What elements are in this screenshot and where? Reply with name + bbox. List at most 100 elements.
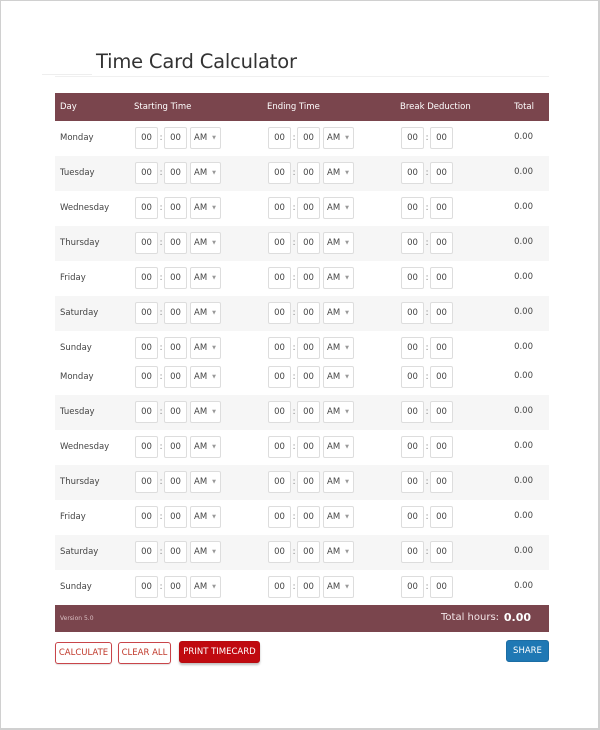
break-minutes-input[interactable]	[430, 401, 453, 423]
break-hours-input[interactable]	[401, 337, 424, 359]
start-minutes-input[interactable]	[164, 197, 187, 219]
start-ampm-select[interactable]: AM ▼	[190, 401, 221, 423]
end-minutes-input[interactable]	[297, 302, 320, 324]
break-minutes-input[interactable]	[430, 576, 453, 598]
break-minutes-input[interactable]	[430, 436, 453, 458]
end-minutes-input[interactable]	[297, 576, 320, 598]
break-hours-input[interactable]	[401, 127, 424, 149]
start-ampm-select[interactable]: AM ▼	[190, 366, 221, 388]
end-minutes-input[interactable]	[297, 506, 320, 528]
end-hours-input[interactable]	[268, 302, 291, 324]
break-minutes-input[interactable]	[430, 127, 453, 149]
break-minutes-input[interactable]	[430, 267, 453, 289]
end-hours-input[interactable]	[268, 162, 291, 184]
start-minutes-input[interactable]	[164, 127, 187, 149]
start-minutes-input[interactable]	[164, 471, 187, 493]
end-minutes-input[interactable]	[297, 401, 320, 423]
end-hours-input[interactable]	[268, 506, 291, 528]
end-ampm-select[interactable]: AM ▼	[323, 576, 354, 598]
start-hours-input[interactable]	[135, 471, 158, 493]
start-minutes-input[interactable]	[164, 232, 187, 254]
end-hours-input[interactable]	[268, 267, 291, 289]
start-minutes-input[interactable]	[164, 401, 187, 423]
end-ampm-select[interactable]: AM ▼	[323, 471, 354, 493]
start-hours-input[interactable]	[135, 267, 158, 289]
break-hours-input[interactable]	[401, 436, 424, 458]
start-minutes-input[interactable]	[164, 436, 187, 458]
start-hours-input[interactable]	[135, 337, 158, 359]
end-hours-input[interactable]	[268, 576, 291, 598]
print-timecard-button[interactable]: PRINT TIMECARD	[179, 641, 260, 663]
break-hours-input[interactable]	[401, 232, 424, 254]
break-hours-input[interactable]	[401, 471, 424, 493]
clear-all-button[interactable]: CLEAR ALL	[118, 642, 171, 664]
start-minutes-input[interactable]	[164, 541, 187, 563]
start-minutes-input[interactable]	[164, 337, 187, 359]
end-ampm-select[interactable]: AM ▼	[323, 436, 354, 458]
break-minutes-input[interactable]	[430, 506, 453, 528]
start-minutes-input[interactable]	[164, 366, 187, 388]
break-minutes-input[interactable]	[430, 162, 453, 184]
start-ampm-select[interactable]: AM ▼	[190, 267, 221, 289]
start-ampm-select[interactable]: AM ▼	[190, 232, 221, 254]
start-hours-input[interactable]	[135, 162, 158, 184]
start-minutes-input[interactable]	[164, 506, 187, 528]
end-ampm-select[interactable]: AM ▼	[323, 232, 354, 254]
end-ampm-select[interactable]: AM ▼	[323, 267, 354, 289]
end-hours-input[interactable]	[268, 197, 291, 219]
break-hours-input[interactable]	[401, 197, 424, 219]
end-minutes-input[interactable]	[297, 162, 320, 184]
start-ampm-select[interactable]: AM ▼	[190, 506, 221, 528]
break-hours-input[interactable]	[401, 366, 424, 388]
end-hours-input[interactable]	[268, 127, 291, 149]
end-hours-input[interactable]	[268, 541, 291, 563]
break-minutes-input[interactable]	[430, 337, 453, 359]
break-hours-input[interactable]	[401, 541, 424, 563]
calculate-button[interactable]: CALCULATE	[55, 642, 112, 664]
end-minutes-input[interactable]	[297, 471, 320, 493]
end-ampm-select[interactable]: AM ▼	[323, 302, 354, 324]
break-minutes-input[interactable]	[430, 366, 453, 388]
break-hours-input[interactable]	[401, 267, 424, 289]
end-minutes-input[interactable]	[297, 366, 320, 388]
start-ampm-select[interactable]: AM ▼	[190, 436, 221, 458]
end-ampm-select[interactable]: AM ▼	[323, 162, 354, 184]
end-minutes-input[interactable]	[297, 197, 320, 219]
end-hours-input[interactable]	[268, 232, 291, 254]
end-hours-input[interactable]	[268, 471, 291, 493]
end-minutes-input[interactable]	[297, 541, 320, 563]
start-ampm-select[interactable]: AM ▼	[190, 302, 221, 324]
start-hours-input[interactable]	[135, 576, 158, 598]
end-ampm-select[interactable]: AM ▼	[323, 127, 354, 149]
start-hours-input[interactable]	[135, 232, 158, 254]
start-hours-input[interactable]	[135, 401, 158, 423]
end-hours-input[interactable]	[268, 401, 291, 423]
break-hours-input[interactable]	[401, 506, 424, 528]
break-minutes-input[interactable]	[430, 302, 453, 324]
end-hours-input[interactable]	[268, 366, 291, 388]
start-ampm-select[interactable]: AM ▼	[190, 337, 221, 359]
end-minutes-input[interactable]	[297, 267, 320, 289]
break-hours-input[interactable]	[401, 576, 424, 598]
start-minutes-input[interactable]	[164, 267, 187, 289]
start-ampm-select[interactable]: AM ▼	[190, 197, 221, 219]
start-hours-input[interactable]	[135, 127, 158, 149]
end-hours-input[interactable]	[268, 337, 291, 359]
break-hours-input[interactable]	[401, 162, 424, 184]
end-ampm-select[interactable]: AM ▼	[323, 541, 354, 563]
start-hours-input[interactable]	[135, 541, 158, 563]
break-minutes-input[interactable]	[430, 197, 453, 219]
start-ampm-select[interactable]: AM ▼	[190, 541, 221, 563]
end-ampm-select[interactable]: AM ▼	[323, 506, 354, 528]
break-minutes-input[interactable]	[430, 541, 453, 563]
start-ampm-select[interactable]: AM ▼	[190, 127, 221, 149]
break-hours-input[interactable]	[401, 401, 424, 423]
start-ampm-select[interactable]: AM ▼	[190, 576, 221, 598]
end-minutes-input[interactable]	[297, 127, 320, 149]
start-minutes-input[interactable]	[164, 576, 187, 598]
start-minutes-input[interactable]	[164, 162, 187, 184]
start-ampm-select[interactable]: AM ▼	[190, 162, 221, 184]
end-ampm-select[interactable]: AM ▼	[323, 197, 354, 219]
end-minutes-input[interactable]	[297, 232, 320, 254]
start-hours-input[interactable]	[135, 436, 158, 458]
